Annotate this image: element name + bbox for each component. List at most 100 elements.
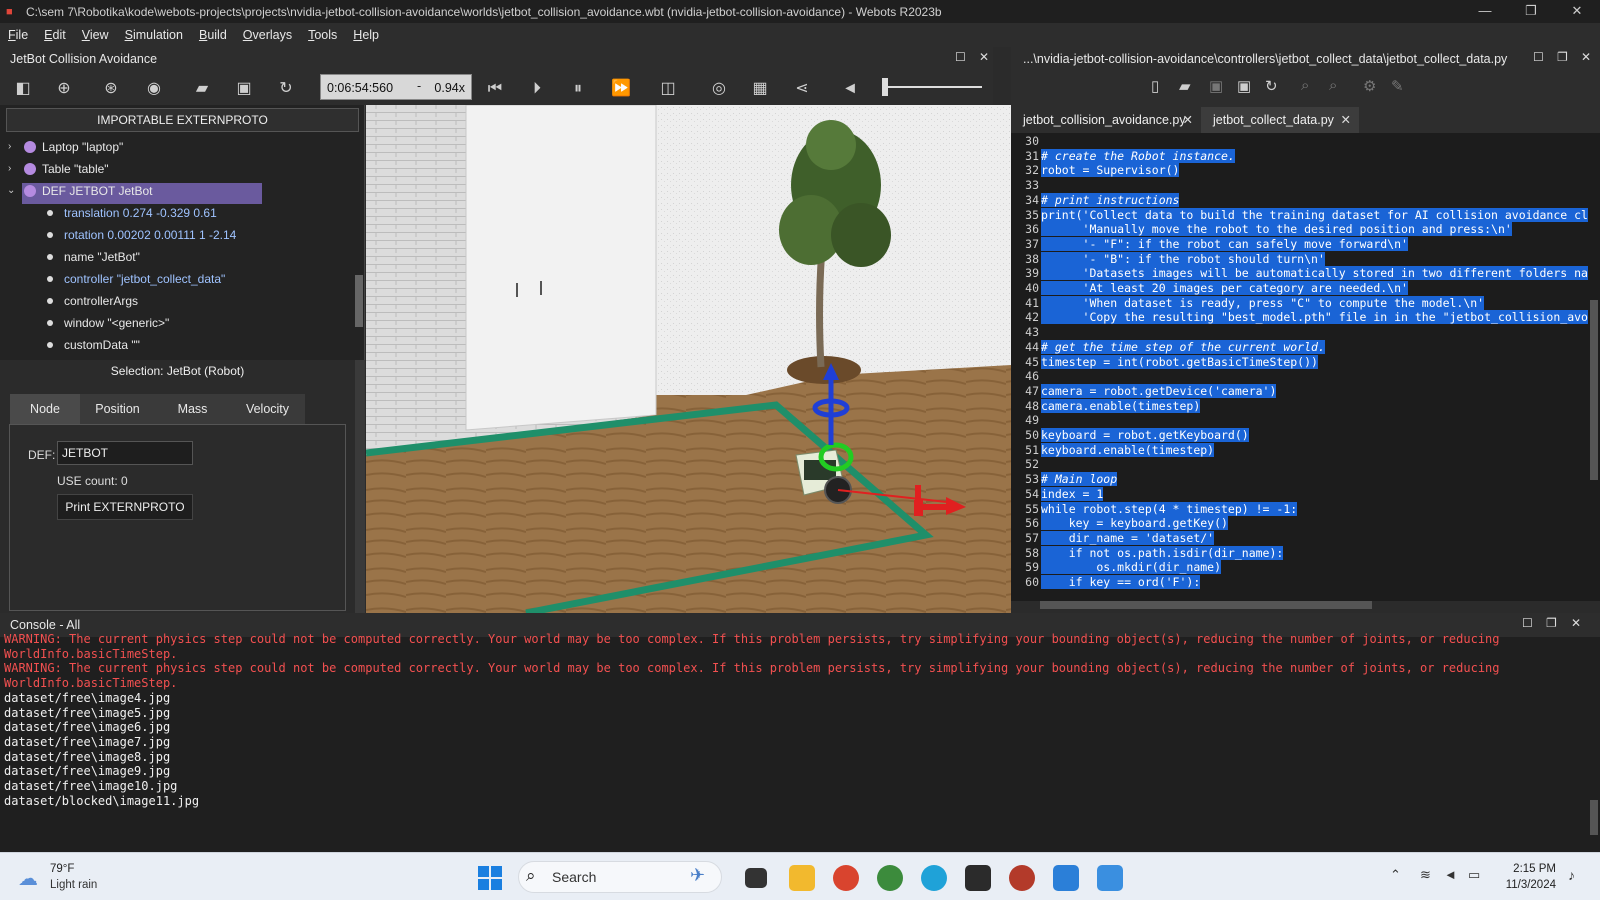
menu-simulation[interactable]: Simulation [117, 28, 191, 42]
open-world-icon[interactable]: ▰ [192, 79, 212, 99]
build-icon[interactable]: ⚙ [1363, 77, 1376, 95]
tree-field-custom-data[interactable]: customData "" [0, 334, 355, 356]
code-line[interactable]: 33 [1011, 178, 1600, 193]
properties-scrollbar[interactable] [355, 360, 365, 613]
task-view-icon[interactable] [745, 868, 767, 888]
visibility-icon[interactable]: ◉ [144, 79, 164, 99]
code-horizontal-scrollbar[interactable] [1040, 601, 1372, 609]
tab-position[interactable]: Position [80, 394, 155, 424]
tree-field-translation[interactable]: translation 0.274 -0.329 0.61 [0, 202, 355, 224]
code-line[interactable]: 38 '- "B": if the robot should turn\n' [1011, 251, 1600, 267]
code-line[interactable]: 30 [1011, 134, 1600, 149]
reload-world-icon[interactable]: ↻ [276, 79, 296, 99]
tree-field-controller[interactable]: controller "jetbot_collect_data" [0, 268, 355, 290]
code-line[interactable]: 52 [1011, 457, 1600, 472]
tree-field-name[interactable]: name "JetBot" [0, 246, 355, 268]
code-line[interactable]: 36 'Manually move the robot to the desir… [1011, 222, 1600, 237]
save-file-icon[interactable]: ▣ [1209, 77, 1223, 95]
menu-view[interactable]: View [74, 28, 117, 42]
mute-icon[interactable]: ◄ [840, 79, 860, 99]
tree-node-jetbot[interactable]: ⌄ DEF JETBOT JetBot [0, 180, 355, 202]
find-icon[interactable]: ⌕ [1301, 77, 1309, 94]
panel-restore-icon[interactable]: ❐ [1546, 616, 1557, 630]
panel-close-icon[interactable]: ✕ [1581, 50, 1591, 64]
share-icon[interactable]: ⋖ [792, 79, 812, 99]
tab-velocity[interactable]: Velocity [230, 394, 305, 424]
weather-rain-icon[interactable]: ☁ [18, 866, 38, 891]
revert-file-icon[interactable]: ↻ [1265, 77, 1278, 95]
volume-icon[interactable]: ◄ [1444, 867, 1457, 882]
save-all-icon[interactable]: ▣ [1237, 77, 1251, 95]
close-tab-icon[interactable]: ✕ [1341, 107, 1351, 133]
scene-tree-scrollbar[interactable] [355, 275, 363, 327]
code-line[interactable]: 40 'At least 20 images per category are … [1011, 281, 1600, 296]
minimize-icon[interactable]: — [1462, 0, 1508, 23]
screenshot-icon[interactable]: ◎ [709, 79, 729, 99]
menu-file[interactable]: File [0, 28, 36, 42]
open-file-icon[interactable]: ▰ [1179, 77, 1191, 95]
panel-close-icon[interactable]: ✕ [979, 50, 989, 64]
code-line[interactable]: 31 # create the Robot instance. [1011, 148, 1600, 164]
weather-temperature[interactable]: 79°F [50, 863, 74, 875]
notification-bell-icon[interactable]: ♪ [1568, 867, 1575, 883]
tree-field-controller-args[interactable]: controllerArgs [0, 290, 355, 312]
fast-forward-icon[interactable]: ⏩ [611, 79, 631, 99]
code-line[interactable]: 42 'Copy the resulting "best_model.pth" … [1011, 310, 1600, 325]
tab-jetbot-collect-data[interactable]: jetbot_collect_data.py ✕ [1201, 107, 1359, 133]
console-scrollbar[interactable] [1590, 800, 1598, 835]
save-world-icon[interactable]: ▣ [234, 79, 254, 99]
volume-slider-thumb[interactable] [882, 78, 888, 96]
step-icon[interactable]: ⏵ [527, 79, 547, 99]
clean-icon[interactable]: ✎ [1391, 77, 1404, 95]
menu-edit[interactable]: Edit [36, 28, 74, 42]
terminal-icon[interactable] [965, 865, 991, 891]
panel-float-icon[interactable]: ☐ [1522, 616, 1533, 630]
close-icon[interactable]: ✕ [1554, 0, 1600, 23]
code-line[interactable]: 46 [1011, 369, 1600, 384]
add-node-icon[interactable]: ⊕ [54, 79, 74, 99]
def-name-input[interactable]: JETBOT [57, 441, 193, 465]
maximize-icon[interactable]: ❐ [1508, 0, 1554, 23]
code-vertical-scrollbar[interactable] [1590, 300, 1598, 480]
edge-icon[interactable] [921, 865, 947, 891]
menu-build[interactable]: Build [191, 28, 235, 42]
menu-tools[interactable]: Tools [300, 28, 345, 42]
menu-help[interactable]: Help [345, 28, 387, 42]
code-line[interactable]: 51 keyboard.enable(timestep) [1011, 442, 1600, 458]
tab-node[interactable]: Node [10, 394, 80, 424]
tab-jetbot-collision-avoidance[interactable]: jetbot_collision_avoidance.py ✕ [1011, 107, 1201, 133]
code-line[interactable]: 37 '- "F": if the robot can safely move … [1011, 236, 1600, 252]
code-editor[interactable]: 30 31 # create the Robot instance. 32 robot … [1011, 133, 1600, 601]
chevron-up-icon[interactable]: ⌃ [1390, 867, 1401, 883]
toggle-scene-tree-icon[interactable]: ◧ [13, 79, 33, 99]
app-icon[interactable] [1097, 865, 1123, 891]
3d-view[interactable] [366, 105, 1011, 613]
file-explorer-icon[interactable] [789, 865, 815, 891]
chevron-right-icon[interactable]: › [8, 136, 20, 158]
clock-date[interactable]: 11/3/2024 [1490, 879, 1556, 891]
tree-node-laptop[interactable]: › Laptop "laptop" [0, 136, 355, 158]
chevron-down-icon[interactable]: ⌄ [7, 180, 19, 202]
console-output[interactable]: WARNING: The current physics step could … [0, 632, 1600, 852]
3d-scene[interactable] [366, 105, 1011, 613]
chrome-icon[interactable] [833, 865, 859, 891]
tree-field-rotation[interactable]: rotation 0.00202 0.00111 1 -2.14 [0, 224, 355, 246]
record-movie-icon[interactable]: ▦ [750, 79, 770, 99]
chrome-profile-icon[interactable] [877, 865, 903, 891]
pause-icon[interactable]: ⏸ [568, 79, 588, 99]
print-externproto-button[interactable]: Print EXTERNPROTO [57, 494, 193, 520]
wifi-icon[interactable]: ≋ [1420, 867, 1431, 883]
clock-time[interactable]: 2:15 PM [1490, 863, 1556, 875]
code-line[interactable]: 45 timestep = int(robot.getBasicTimeStep(… [1011, 354, 1600, 370]
panel-restore-icon[interactable]: ❐ [1557, 50, 1568, 64]
render-toggle-icon[interactable]: ◫ [658, 79, 678, 99]
weather-description[interactable]: Light rain [50, 879, 97, 891]
start-button[interactable] [478, 866, 502, 890]
code-line[interactable]: 48 camera.enable(timestep) [1011, 398, 1600, 414]
code-line[interactable]: 35 print('Collect data to build the train… [1011, 207, 1600, 223]
code-line[interactable]: 49 [1011, 413, 1600, 428]
tab-mass[interactable]: Mass [155, 394, 230, 424]
code-line[interactable]: 41 'When dataset is ready, press "C" to … [1011, 295, 1600, 311]
panel-float-icon[interactable]: ☐ [955, 50, 966, 64]
code-line[interactable]: 60 if key == ord('F'): [1011, 575, 1600, 590]
